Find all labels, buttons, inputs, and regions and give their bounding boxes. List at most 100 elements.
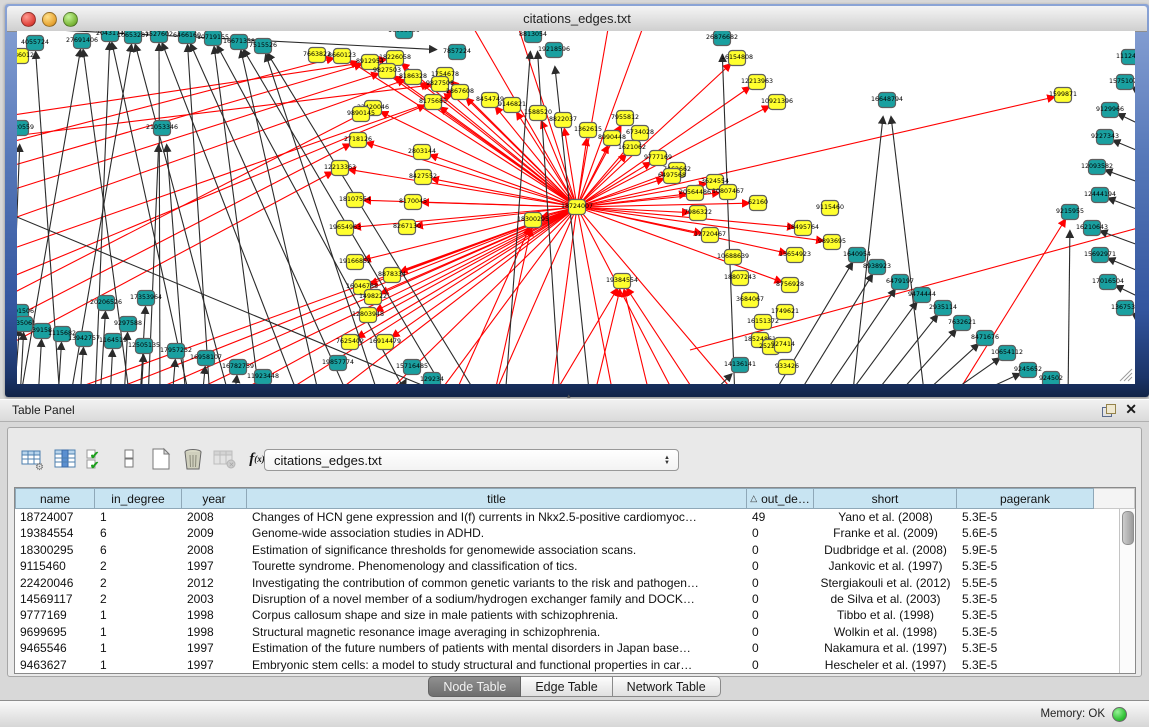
table-cell[interactable]: 0 — [747, 542, 814, 558]
select-columns-icon[interactable] — [51, 446, 79, 472]
table-cell[interactable]: 0 — [747, 558, 814, 574]
table-cell[interactable]: 2 — [95, 591, 182, 607]
table-cell[interactable]: 1997 — [182, 558, 247, 574]
table-cell[interactable]: Estimation of the future numbers of pati… — [247, 640, 747, 656]
table-selector-dropdown[interactable]: citations_edges.txt ▲▼ — [264, 449, 679, 471]
table-cell[interactable]: 1 — [95, 640, 182, 656]
table-row[interactable]: 977716911998Corpus callosum shape and si… — [15, 607, 1120, 623]
tab-node-table[interactable]: Node Table — [428, 676, 521, 697]
table-cell[interactable]: 0 — [747, 607, 814, 623]
table-row[interactable]: 911546021997Tourette syndrome. Phenomeno… — [15, 558, 1120, 574]
column-header-year[interactable]: year — [182, 488, 247, 509]
table-cell[interactable]: Franke et al. (2009) — [814, 525, 957, 541]
table-cell[interactable]: Jankovic et al. (1997) — [814, 558, 957, 574]
table-cell[interactable]: Estimation of significance thresholds fo… — [247, 542, 747, 558]
table-cell[interactable]: 1997 — [182, 657, 247, 673]
table-cell[interactable]: Yano et al. (2008) — [814, 509, 957, 525]
table-cell[interactable]: Changes of HCN gene expression and I(f) … — [247, 509, 747, 525]
table-cell[interactable]: 2 — [95, 575, 182, 591]
table-row[interactable]: 1872400712008Changes of HCN gene express… — [15, 509, 1120, 525]
table-row[interactable]: 946362711997Embryonic stem cells: a mode… — [15, 657, 1120, 673]
table-cell[interactable]: 1 — [95, 624, 182, 640]
table-cell[interactable]: Embryonic stem cells: a model to study s… — [247, 657, 747, 673]
table-cell[interactable]: 5.3E-5 — [957, 558, 1094, 574]
table-cell[interactable]: 14569117 — [15, 591, 95, 607]
table-cell[interactable]: 1998 — [182, 607, 247, 623]
table-cell[interactable]: Wolkin et al. (1998) — [814, 624, 957, 640]
table-cell[interactable]: Structural magnetic resonance image aver… — [247, 624, 747, 640]
table-cell[interactable]: 2008 — [182, 509, 247, 525]
network-canvas[interactable]: 4055724276914062043174106532871527602646… — [17, 31, 1135, 384]
table-cell[interactable]: 18724007 — [15, 509, 95, 525]
table-cell[interactable]: 2009 — [182, 525, 247, 541]
new-table-icon[interactable] — [147, 446, 175, 472]
table-row[interactable]: 946554611997Estimation of the future num… — [15, 640, 1120, 656]
float-panel-icon[interactable] — [1102, 404, 1116, 417]
table-cell[interactable]: Nakamura et al. (1997) — [814, 640, 957, 656]
table-cell[interactable]: 5.6E-5 — [957, 525, 1094, 541]
table-cell[interactable]: 1 — [95, 657, 182, 673]
table-cell[interactable]: 49 — [747, 509, 814, 525]
table-cell[interactable]: 0 — [747, 640, 814, 656]
table-cell[interactable]: 9777169 — [15, 607, 95, 623]
row-height-icon[interactable] — [115, 446, 143, 472]
table-cell[interactable]: Tourette syndrome. Phenomenology and cla… — [247, 558, 747, 574]
table-cell[interactable]: 1997 — [182, 640, 247, 656]
select-rows-icon[interactable]: ✔✔ — [83, 446, 111, 472]
table-cell[interactable]: Dudbridge et al. (2008) — [814, 542, 957, 558]
tab-edge-table[interactable]: Edge Table — [521, 676, 612, 697]
table-cell[interactable]: 0 — [747, 591, 814, 607]
table-cell[interactable]: 5.3E-5 — [957, 657, 1094, 673]
table-cell[interactable]: 2 — [95, 558, 182, 574]
table-cell[interactable]: 5.3E-5 — [957, 640, 1094, 656]
table-cell[interactable]: 9463627 — [15, 657, 95, 673]
table-cell[interactable]: 2012 — [182, 575, 247, 591]
tab-network-table[interactable]: Network Table — [613, 676, 721, 697]
table-row[interactable]: 1456911722003Disruption of a novel membe… — [15, 591, 1120, 607]
network-window-titlebar[interactable]: citations_edges.txt — [7, 6, 1147, 32]
table-cell[interactable]: 6 — [95, 542, 182, 558]
column-header-title[interactable]: title — [247, 488, 747, 509]
table-cell[interactable]: 18300295 — [15, 542, 95, 558]
table-row[interactable]: 969969511998Structural magnetic resonanc… — [15, 624, 1120, 640]
table-cell[interactable]: 1998 — [182, 624, 247, 640]
table-cell[interactable]: Disruption of a novel member of a sodium… — [247, 591, 747, 607]
table-cell[interactable]: 19384554 — [15, 525, 95, 541]
table-cell[interactable]: 0 — [747, 657, 814, 673]
vertical-scrollbar[interactable] — [1119, 509, 1135, 673]
close-panel-icon[interactable]: ✕ — [1125, 401, 1137, 418]
column-header-out_de[interactable]: △out_de… — [747, 488, 814, 509]
table-cell[interactable]: 5.3E-5 — [957, 607, 1094, 623]
table-cell[interactable]: 22420046 — [15, 575, 95, 591]
table-cell[interactable]: Investigating the contribution of common… — [247, 575, 747, 591]
table-cell[interactable]: 9465546 — [15, 640, 95, 656]
table-row[interactable]: 2242004622012Investigating the contribut… — [15, 575, 1120, 591]
table-cell[interactable]: 2008 — [182, 542, 247, 558]
table-cell[interactable]: Corpus callosum shape and size in male p… — [247, 607, 747, 623]
column-header-name[interactable]: name — [15, 488, 95, 509]
table-cell[interactable]: 1 — [95, 509, 182, 525]
column-header-in_degree[interactable]: in_degree — [95, 488, 182, 509]
table-cell[interactable]: 0 — [747, 575, 814, 591]
table-cell[interactable]: de Silva et al. (2003) — [814, 591, 957, 607]
table-cell[interactable]: 2003 — [182, 591, 247, 607]
table-cell[interactable]: Hescheler et al. (1997) — [814, 657, 957, 673]
table-row[interactable]: 1830029562008Estimation of significance … — [15, 542, 1120, 558]
table-cell[interactable]: 0 — [747, 624, 814, 640]
table-cell[interactable]: 5.3E-5 — [957, 591, 1094, 607]
table-cell[interactable]: Tibbo et al. (1998) — [814, 607, 957, 623]
table-cell[interactable]: 9115460 — [15, 558, 95, 574]
table-cell[interactable]: 5.3E-5 — [957, 624, 1094, 640]
column-header-pagerank[interactable]: pagerank — [957, 488, 1094, 509]
scrollbar-thumb[interactable] — [1122, 511, 1134, 545]
table-cell[interactable]: 1 — [95, 607, 182, 623]
table-cell[interactable]: 5.9E-5 — [957, 542, 1094, 558]
table-cell[interactable]: 0 — [747, 525, 814, 541]
column-header-short[interactable]: short — [814, 488, 957, 509]
table-cell[interactable]: 5.3E-5 — [957, 509, 1094, 525]
table-cell[interactable]: 6 — [95, 525, 182, 541]
table-cell[interactable]: Stergiakouli et al. (2012) — [814, 575, 957, 591]
delete-table-icon[interactable] — [179, 446, 207, 472]
table-cell[interactable]: 9699695 — [15, 624, 95, 640]
table-cell[interactable]: Genome-wide association studies in ADHD. — [247, 525, 747, 541]
